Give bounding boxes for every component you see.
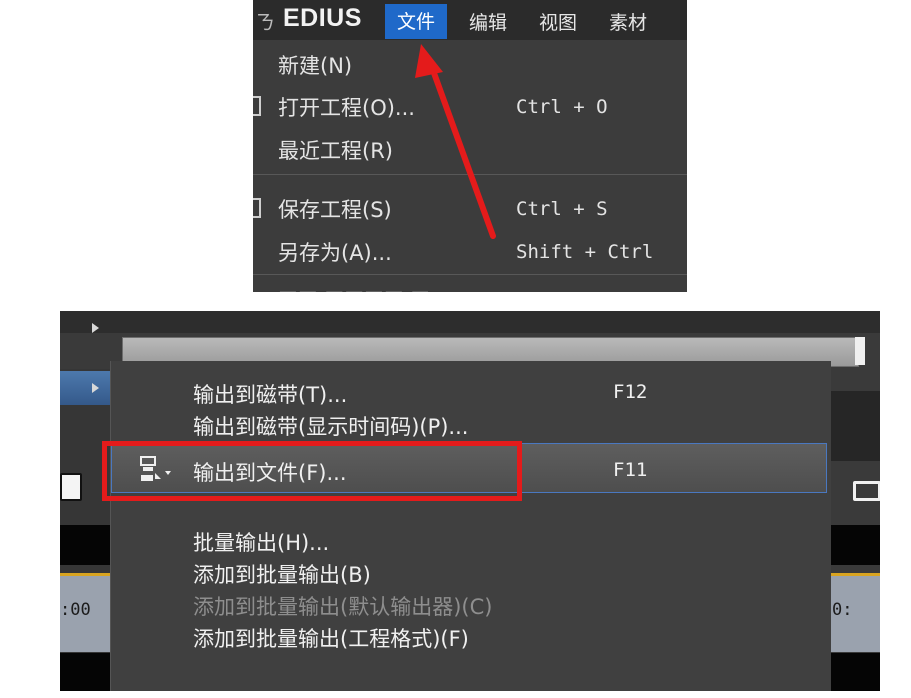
export-menu-screenshot: :00 0: 输出到磁带(T)... F12 输出到磁带(显示时间码)(P)..… (60, 311, 880, 691)
red-annotation-arrow (415, 44, 496, 239)
progress-bar-end (855, 337, 865, 365)
timeline-ruler-right: 0: (830, 573, 880, 652)
menu-item-export-to-tape[interactable]: 输出到磁带(T)... (193, 379, 347, 409)
menu-item-add-to-batch-default-exporter: 添加到批量输出(默认输出器)(C) (193, 595, 493, 619)
file-menu-screenshot: ㄋ EDIUS 文件 编辑 视图 素材 新建(N) 打开工程(O)... Ctr… (253, 0, 687, 292)
export-to-tape-shortcut: F12 (613, 381, 648, 403)
menu-item-batch-export[interactable]: 批量输出(H)... (193, 527, 329, 557)
export-submenu: 输出到磁带(T)... F12 输出到磁带(显示时间码)(P)... 输出到文件… (110, 361, 831, 691)
export-to-file-shortcut: F11 (613, 459, 648, 481)
document-icon[interactable] (60, 473, 82, 501)
loop-icon[interactable] (853, 481, 880, 501)
menu-item-add-to-batch-project-format[interactable]: 添加到批量输出(工程格式)(F) (193, 623, 469, 653)
timecode-left: :00 (60, 600, 91, 620)
red-annotation-box (102, 441, 522, 501)
timecode-right: 0: (832, 600, 853, 620)
menu-item-export-to-tape-timecode[interactable]: 输出到磁带(显示时间码)(P)... (193, 411, 468, 441)
timeline-ruler-left: :00 (60, 573, 110, 652)
top-bar (60, 311, 880, 333)
menu-item-add-to-batch-export[interactable]: 添加到批量输出(B) (193, 559, 371, 589)
expand-arrow-icon[interactable] (92, 323, 99, 333)
export-menu-button[interactable] (60, 371, 110, 405)
right-panel (830, 391, 880, 461)
submenu-arrow-icon (92, 383, 99, 393)
